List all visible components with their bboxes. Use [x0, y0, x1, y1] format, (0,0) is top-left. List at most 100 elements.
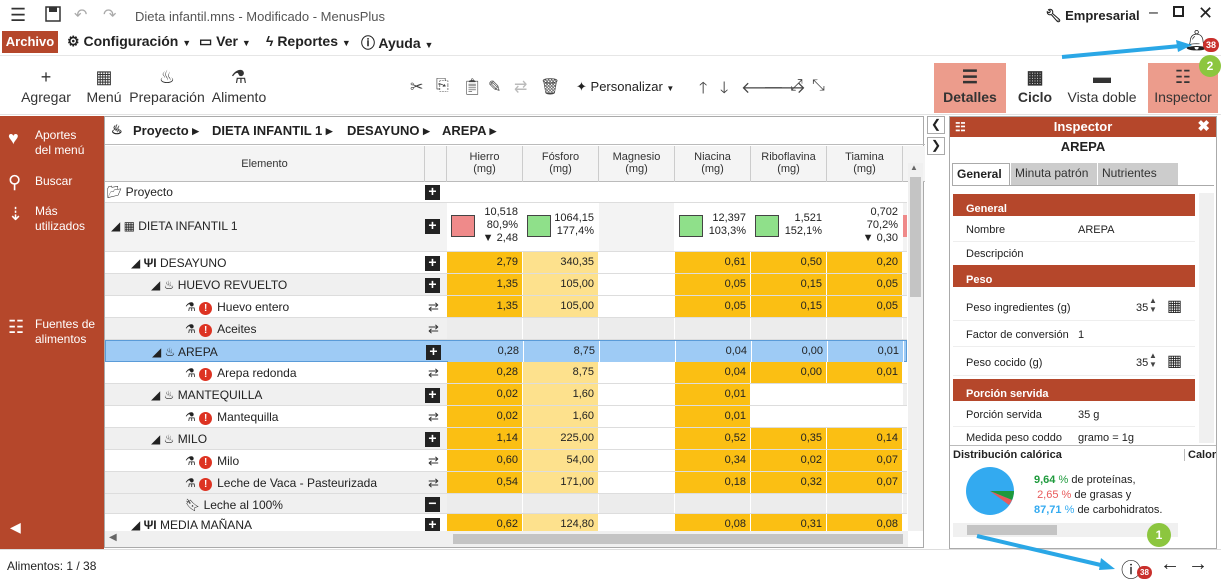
redo-icon[interactable]: ↷	[103, 5, 116, 25]
expand-arrow-icon[interactable]: ◢	[131, 518, 140, 532]
swap-icon[interactable]: ⇄	[514, 77, 527, 97]
horizontal-scrollbar[interactable]: ◀	[105, 531, 908, 547]
table-cell[interactable]	[599, 428, 675, 449]
swap-icon[interactable]: ⇄	[425, 366, 442, 380]
table-row[interactable]: ◢ ▦ DIETA INFANTIL 1 + 10,518 80,9% ▼ 2,48…	[105, 203, 907, 252]
table-cell[interactable]: 0,28	[447, 362, 523, 383]
breadcrumb-item[interactable]: AREPA ▸	[442, 123, 496, 139]
table-row[interactable]: ◢ ♨ MILO +1,14 225,00 0,52 0,35 0,14	[105, 428, 907, 450]
table-cell[interactable]: 340,35	[523, 252, 599, 273]
edit-icon[interactable]: ✎	[488, 77, 501, 97]
scroll-thumb[interactable]	[453, 534, 903, 544]
table-cell[interactable]	[599, 494, 675, 513]
arrow-left-icon[interactable]: ←	[1160, 553, 1180, 576]
table-cell[interactable]: 0,05	[827, 296, 903, 317]
table-cell[interactable]: 0,54	[447, 472, 523, 493]
sidebar-item-buscar[interactable]: ⚲ Buscar	[8, 172, 98, 192]
menu-reportes[interactable]: ϟ Reportes ▼	[266, 33, 351, 49]
cell-tiamina[interactable]: 0,702 70,2% ▼ 0,30	[827, 203, 903, 251]
table-cell[interactable]: 0,07	[827, 450, 903, 471]
save-icon[interactable]	[44, 5, 62, 28]
table-cell[interactable]: 0,07	[827, 472, 903, 493]
table-cell[interactable]: 171,00	[523, 472, 599, 493]
table-cell[interactable]	[827, 384, 903, 405]
table-cell[interactable]: 0,14	[827, 428, 903, 449]
table-cell[interactable]: 0,01	[828, 341, 904, 362]
add-icon[interactable]: +	[426, 344, 441, 360]
table-cell[interactable]: 0,50	[751, 252, 827, 273]
table-cell[interactable]: 2,79	[447, 252, 523, 273]
table-cell[interactable]: 0,01	[675, 384, 751, 405]
collapse-right-button[interactable]: ❯	[927, 137, 945, 155]
minimize-button[interactable]: –	[1149, 4, 1158, 22]
close-icon[interactable]: ✖	[1197, 117, 1210, 137]
table-row[interactable]: 📂︎ Proyecto +	[105, 182, 907, 203]
property-medida[interactable]: Medida peso coddo gramo = 1g	[953, 426, 1195, 446]
table-row[interactable]: ⚗ ! Milo ⇄ 0,60 54,00 0,34 0,02 0,07	[105, 450, 907, 472]
property-descripcion[interactable]: Descripción	[953, 242, 1195, 266]
add-icon[interactable]: +	[425, 277, 440, 293]
tab-general[interactable]: General	[952, 163, 1010, 185]
table-cell[interactable]: 0,04	[675, 362, 751, 383]
preparacion-button[interactable]: ♨ Preparación	[129, 65, 205, 105]
table-cell[interactable]	[447, 318, 523, 339]
property-nombre[interactable]: Nombre AREPA	[953, 218, 1195, 242]
expand-arrow-icon[interactable]: ◢	[131, 256, 140, 270]
swap-icon[interactable]: ⇄	[425, 410, 442, 424]
table-cell[interactable]	[599, 472, 675, 493]
stepper-icon[interactable]: ▲ ▼	[1149, 351, 1157, 369]
expand-icon[interactable]: ⤢	[790, 77, 803, 95]
table-cell[interactable]	[751, 494, 827, 513]
undo-icon[interactable]: ↶	[74, 5, 87, 25]
table-cell[interactable]: 0,01	[827, 362, 903, 383]
add-icon[interactable]: +	[425, 255, 440, 271]
property-porcion[interactable]: Porción servida 35 g	[953, 403, 1195, 427]
table-cell[interactable]	[751, 406, 827, 427]
expand-arrow-icon[interactable]: ◢	[151, 278, 160, 292]
table-cell[interactable]	[827, 494, 903, 513]
column-header-tiamina[interactable]: Tiamina (mg)	[827, 146, 903, 182]
remove-icon[interactable]: −	[425, 496, 440, 512]
personalizar-button[interactable]: ✦ Personalizar ▼	[576, 79, 674, 95]
agregar-button[interactable]: + Agregar	[18, 65, 74, 105]
table-cell[interactable]	[675, 318, 751, 339]
table-cell[interactable]	[600, 341, 676, 362]
swap-icon[interactable]: ⇄	[425, 322, 442, 336]
table-cell[interactable]	[523, 494, 599, 513]
scroll-thumb[interactable]	[910, 177, 921, 297]
section-general[interactable]: General	[953, 194, 1195, 216]
table-cell[interactable]: 0,52	[675, 428, 751, 449]
column-header-magnesio[interactable]: Magnesio (mg)	[599, 146, 675, 182]
add-icon[interactable]: +	[425, 431, 440, 447]
arrow-down-icon[interactable]: 🡓	[720, 77, 728, 104]
expand-arrow-icon[interactable]: ◢	[151, 432, 160, 446]
table-cell[interactable]: 0,34	[675, 450, 751, 471]
alimento-button[interactable]: ⚗ Alimento	[210, 65, 268, 105]
table-cell[interactable]	[523, 318, 599, 339]
table-cell[interactable]: 0,02	[751, 450, 827, 471]
sidebar-item-aportes[interactable]: ♥ Aportes del menú	[8, 128, 98, 162]
table-cell[interactable]: 0,28	[448, 341, 524, 362]
table-row[interactable]: ⚗ ! Huevo entero ⇄ 1,35 105,00 0,05 0,15 0,05	[105, 296, 907, 318]
delete-icon[interactable]: 🗑︎	[540, 77, 560, 97]
table-cell[interactable]: 105,00	[523, 296, 599, 317]
table-cell[interactable]	[599, 362, 675, 383]
table-row[interactable]: ⚗ ! Leche de Vaca - Pasteurizada ⇄ 0,54 171,…	[105, 472, 907, 494]
maximize-button[interactable]	[1173, 6, 1184, 17]
table-cell[interactable]: 8,75	[523, 362, 599, 383]
expand-arrow-icon[interactable]: ◢	[152, 345, 161, 359]
menu-ayuda[interactable]: ⓘ Ayuda ▼	[361, 33, 433, 53]
sidebar-item-fuentes[interactable]: ☷ Fuentes de alimentos	[8, 317, 98, 351]
table-cell[interactable]: 0,15	[751, 274, 827, 295]
edition-label[interactable]: 🔧︎ Empresarial	[1045, 8, 1140, 24]
detalles-button[interactable]: ☰ Detalles	[934, 63, 1006, 113]
table-cell[interactable]: 105,00	[523, 274, 599, 295]
collapse-icon[interactable]: ⤡	[812, 77, 825, 95]
arrow-right-icon[interactable]: →	[1188, 553, 1208, 576]
table-cell[interactable]: 0,61	[675, 252, 751, 273]
table-row[interactable]: ◢ ♨ HUEVO REVUELTO +1,35 105,00 0,05 0,15 0,0…	[105, 274, 907, 296]
property-peso-ingredientes[interactable]: Peso ingredientes (g) 35 ▲ ▼ ▦	[953, 291, 1195, 321]
ciclo-button[interactable]: ▦ Ciclo	[1012, 65, 1058, 105]
add-icon[interactable]: +	[425, 218, 440, 234]
table-cell[interactable]	[599, 296, 675, 317]
